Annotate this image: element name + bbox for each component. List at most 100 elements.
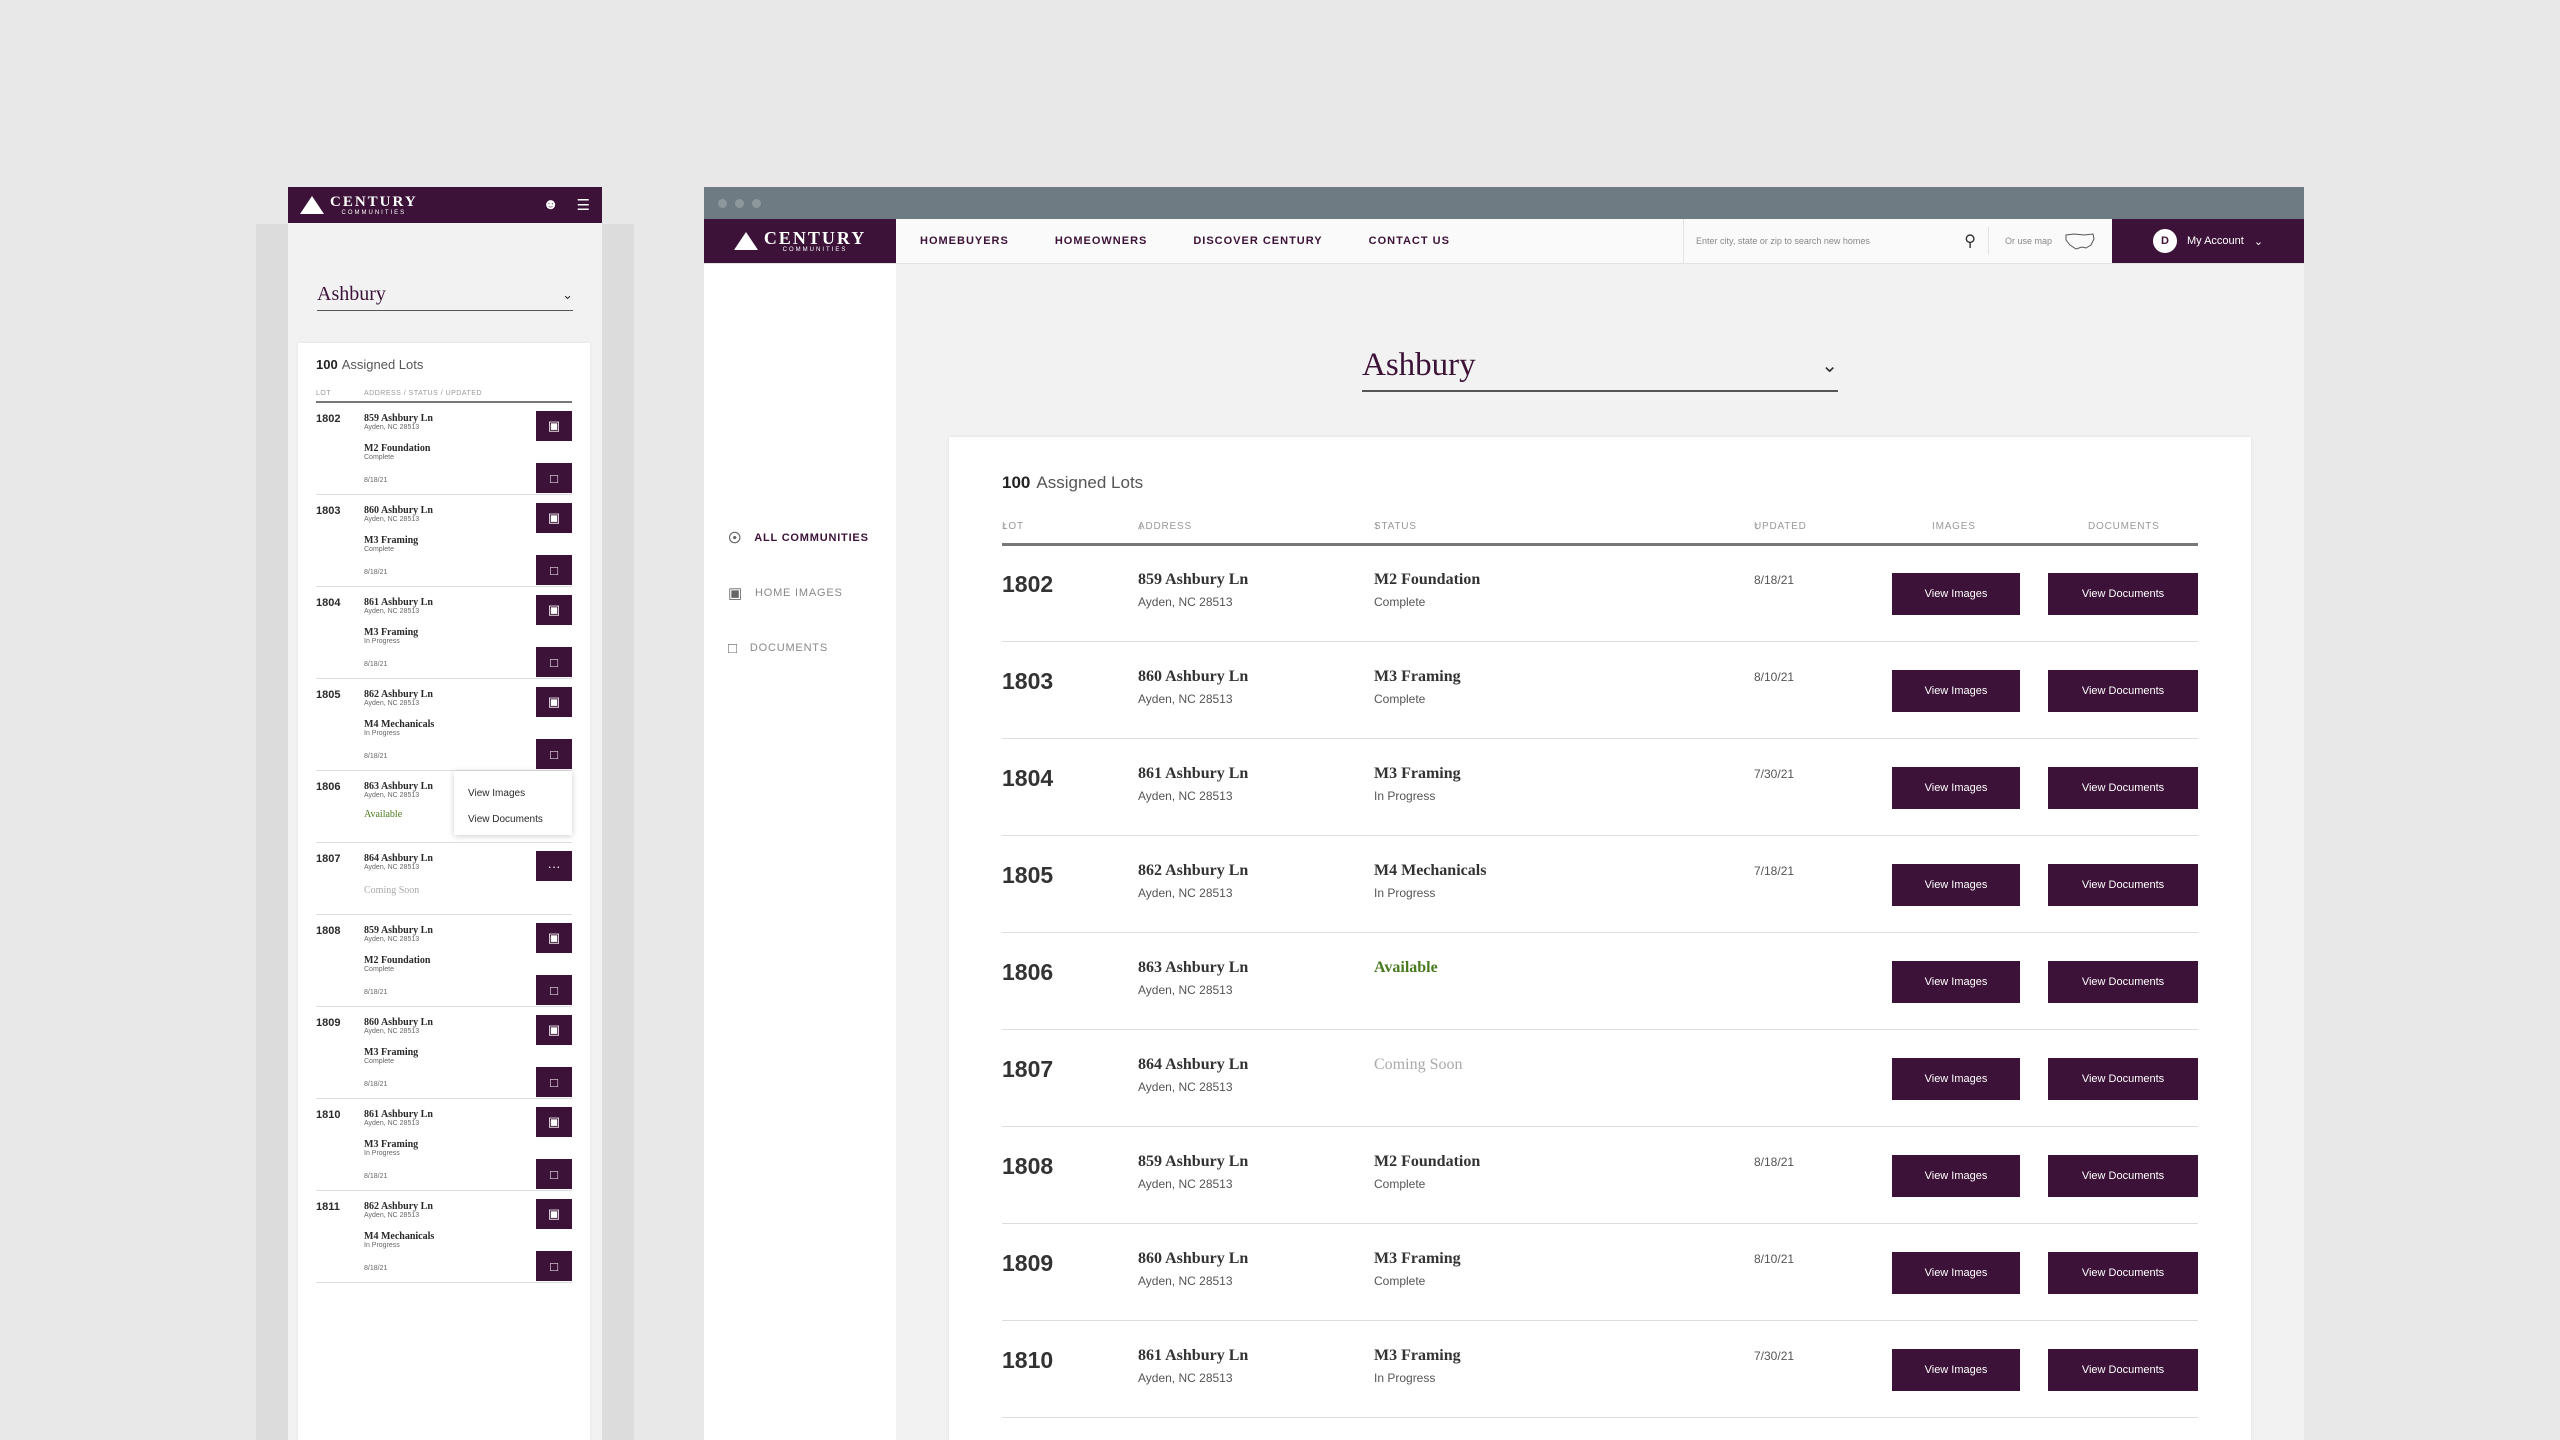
view-images-button[interactable]: ▣ [536,923,572,953]
view-images-button[interactable]: ▣ [536,1015,572,1045]
community-select[interactable]: Ashbury ⌄ [1362,347,1838,392]
popup-view-images[interactable]: View Images [468,781,558,807]
column-lot[interactable]: LOT ↕ [1002,521,1023,532]
lot-stage: M3 Framing [1374,1250,1461,1267]
lot-stage: M3 Framing [1374,765,1461,782]
search-icon[interactable]: ⚲ [1964,231,1976,251]
list-item: 1804 861 Ashbury Ln Ayden, NC 28513 M3 Fr… [316,587,572,679]
search-placeholder: Enter city, state or zip to search new h… [1695,236,1870,246]
view-documents-button[interactable]: □ [536,1067,572,1097]
mobile-community-select[interactable]: Ashbury ⌄ [317,283,573,311]
lot-status: In Progress [1374,1371,1436,1385]
desktop-logo[interactable]: CENTURY COMMUNITIES [704,219,896,263]
column-updated[interactable]: UPDATED ↕ [1754,521,1806,532]
nav-contact-us[interactable]: CONTACT US [1369,235,1450,247]
search-input[interactable]: Enter city, state or zip to search new h… [1682,219,1988,263]
view-images-button[interactable]: ▣ [536,1199,572,1229]
lot-status: Complete [364,1058,394,1065]
table-row: 1809 860 Ashbury Ln Ayden, NC 28513 M3 F… [1002,1224,2198,1321]
list-item: 1807 864 Ashbury Ln Ayden, NC 28513 Comin… [316,843,572,915]
view-documents-button[interactable]: □ [536,463,572,493]
view-images-button[interactable]: ▣ [536,1107,572,1137]
lot-updated: 7/30/21 [1754,767,1795,781]
nav-homeowners[interactable]: HOMEOWNERS [1055,235,1148,247]
sidebar-item-all-communities[interactable]: ☉ ALL COMMUNITIES [704,528,869,548]
hamburger-menu-icon[interactable]: ☰ [577,196,590,214]
list-item: 1802 859 Ashbury Ln Ayden, NC 28513 M2 Fo… [316,403,572,495]
window-close-dot[interactable] [718,198,727,208]
view-images-button[interactable]: View Images [1892,1155,2020,1197]
mobile-assigned-count: 100 Assigned Lots [316,357,424,372]
table-row: 1804 861 Ashbury Ln Ayden, NC 28513 M3 F… [1002,739,2198,836]
view-documents-button[interactable]: View Documents [2048,1349,2198,1391]
mobile-lot-list: 1802 859 Ashbury Ln Ayden, NC 28513 M2 Fo… [316,403,572,1283]
mobile-logo[interactable]: CENTURY COMMUNITIES [300,194,418,216]
view-documents-button[interactable]: View Documents [2048,1155,2198,1197]
lot-number: 1806 [1002,959,1054,985]
view-documents-button[interactable]: □ [536,739,572,769]
popup-view-documents[interactable]: View Documents [468,807,558,833]
map-link[interactable]: Or use map [1987,227,2112,255]
sidebar-item-documents[interactable]: □ DOCUMENTS [704,638,828,658]
lot-updated: 7/30/21 [1754,1349,1795,1363]
lot-updated: 8/10/21 [1754,1252,1795,1266]
nav-homebuyers[interactable]: HOMEBUYERS [920,235,1009,247]
view-documents-button[interactable]: View Documents [2048,961,2198,1003]
table-header: LOT ↕ ADDRESS ↕ STATUS ↕ UPDATED ↕ IMAGE… [1002,521,2198,546]
view-documents-button[interactable]: View Documents [2048,1058,2198,1100]
view-documents-button[interactable]: View Documents [2048,864,2198,906]
view-documents-button[interactable]: View Documents [2048,767,2198,809]
view-documents-button[interactable]: □ [536,1251,572,1281]
column-status[interactable]: STATUS ↕ [1374,521,1416,532]
table-row: 1806 863 Ashbury Ln Ayden, NC 28513 Avai… [1002,933,2198,1030]
image-icon: ▣ [547,418,561,433]
lot-address: 859 Ashbury Ln [1138,571,1249,588]
sidebar-item-home-images[interactable]: ▣ HOME IMAGES [704,583,843,603]
view-images-button[interactable]: View Images [1892,864,2020,906]
lot-city: Ayden, NC 28513 [1138,983,1233,997]
view-images-button[interactable]: View Images [1892,1349,2020,1391]
lot-city: Ayden, NC 28513 [1138,886,1233,900]
view-documents-button[interactable]: View Documents [2048,1252,2198,1294]
window-maximize-dot[interactable] [752,198,761,208]
view-images-button[interactable]: View Images [1892,1058,2020,1100]
lot-number: 1808 [316,925,341,937]
image-icon: ▣ [547,1206,561,1221]
nav-discover-century[interactable]: DISCOVER CENTURY [1193,235,1322,247]
view-documents-button[interactable]: View Documents [2048,573,2198,615]
user-icon[interactable]: ☻ [543,196,559,214]
mobile-header: CENTURY COMMUNITIES ☻ ☰ [288,187,602,223]
view-images-button[interactable]: View Images [1892,961,2020,1003]
view-documents-button[interactable]: □ [536,555,572,585]
view-images-button[interactable]: View Images [1892,573,2020,615]
view-images-button[interactable]: ▣ [536,503,572,533]
table-row: 1808 859 Ashbury Ln Ayden, NC 28513 M2 F… [1002,1127,2198,1224]
table-row: 1810 861 Ashbury Ln Ayden, NC 28513 M3 F… [1002,1321,2198,1418]
view-images-button[interactable]: ▣ [536,411,572,441]
lot-stage: M3 Framing [364,627,419,638]
lot-city: Ayden, NC 28513 [1138,692,1233,706]
view-documents-button[interactable]: □ [536,1159,572,1189]
window-minimize-dot[interactable] [735,198,744,208]
view-documents-button[interactable]: □ [536,975,572,1005]
lot-city: Ayden, NC 28513 [1138,1177,1233,1191]
lot-stage: M2 Foundation [364,955,431,966]
view-images-button[interactable]: View Images [1892,767,2020,809]
my-account-menu[interactable]: D My Account ⌄ [2112,219,2304,263]
view-images-button[interactable]: ▣ [536,687,572,717]
view-documents-button[interactable]: View Documents [2048,670,2198,712]
lot-status: In Progress [364,638,400,645]
column-address[interactable]: ADDRESS ↕ [1138,521,1191,532]
view-images-button[interactable]: View Images [1892,1252,2020,1294]
lot-status: Complete [364,966,394,973]
view-images-button[interactable]: ▣ [536,595,572,625]
lot-address: 861 Ashbury Ln [1138,765,1249,782]
list-item: 1805 862 Ashbury Ln Ayden, NC 28513 M4 Me… [316,679,572,771]
lot-number: 1805 [1002,862,1054,888]
view-images-button[interactable]: View Images [1892,670,2020,712]
more-dots-icon: ··· [547,858,561,874]
view-documents-button[interactable]: □ [536,647,572,677]
lot-status: Complete [1374,1177,1426,1191]
more-actions-button[interactable]: ··· [536,851,572,881]
map-label: Or use map [2004,236,2052,246]
